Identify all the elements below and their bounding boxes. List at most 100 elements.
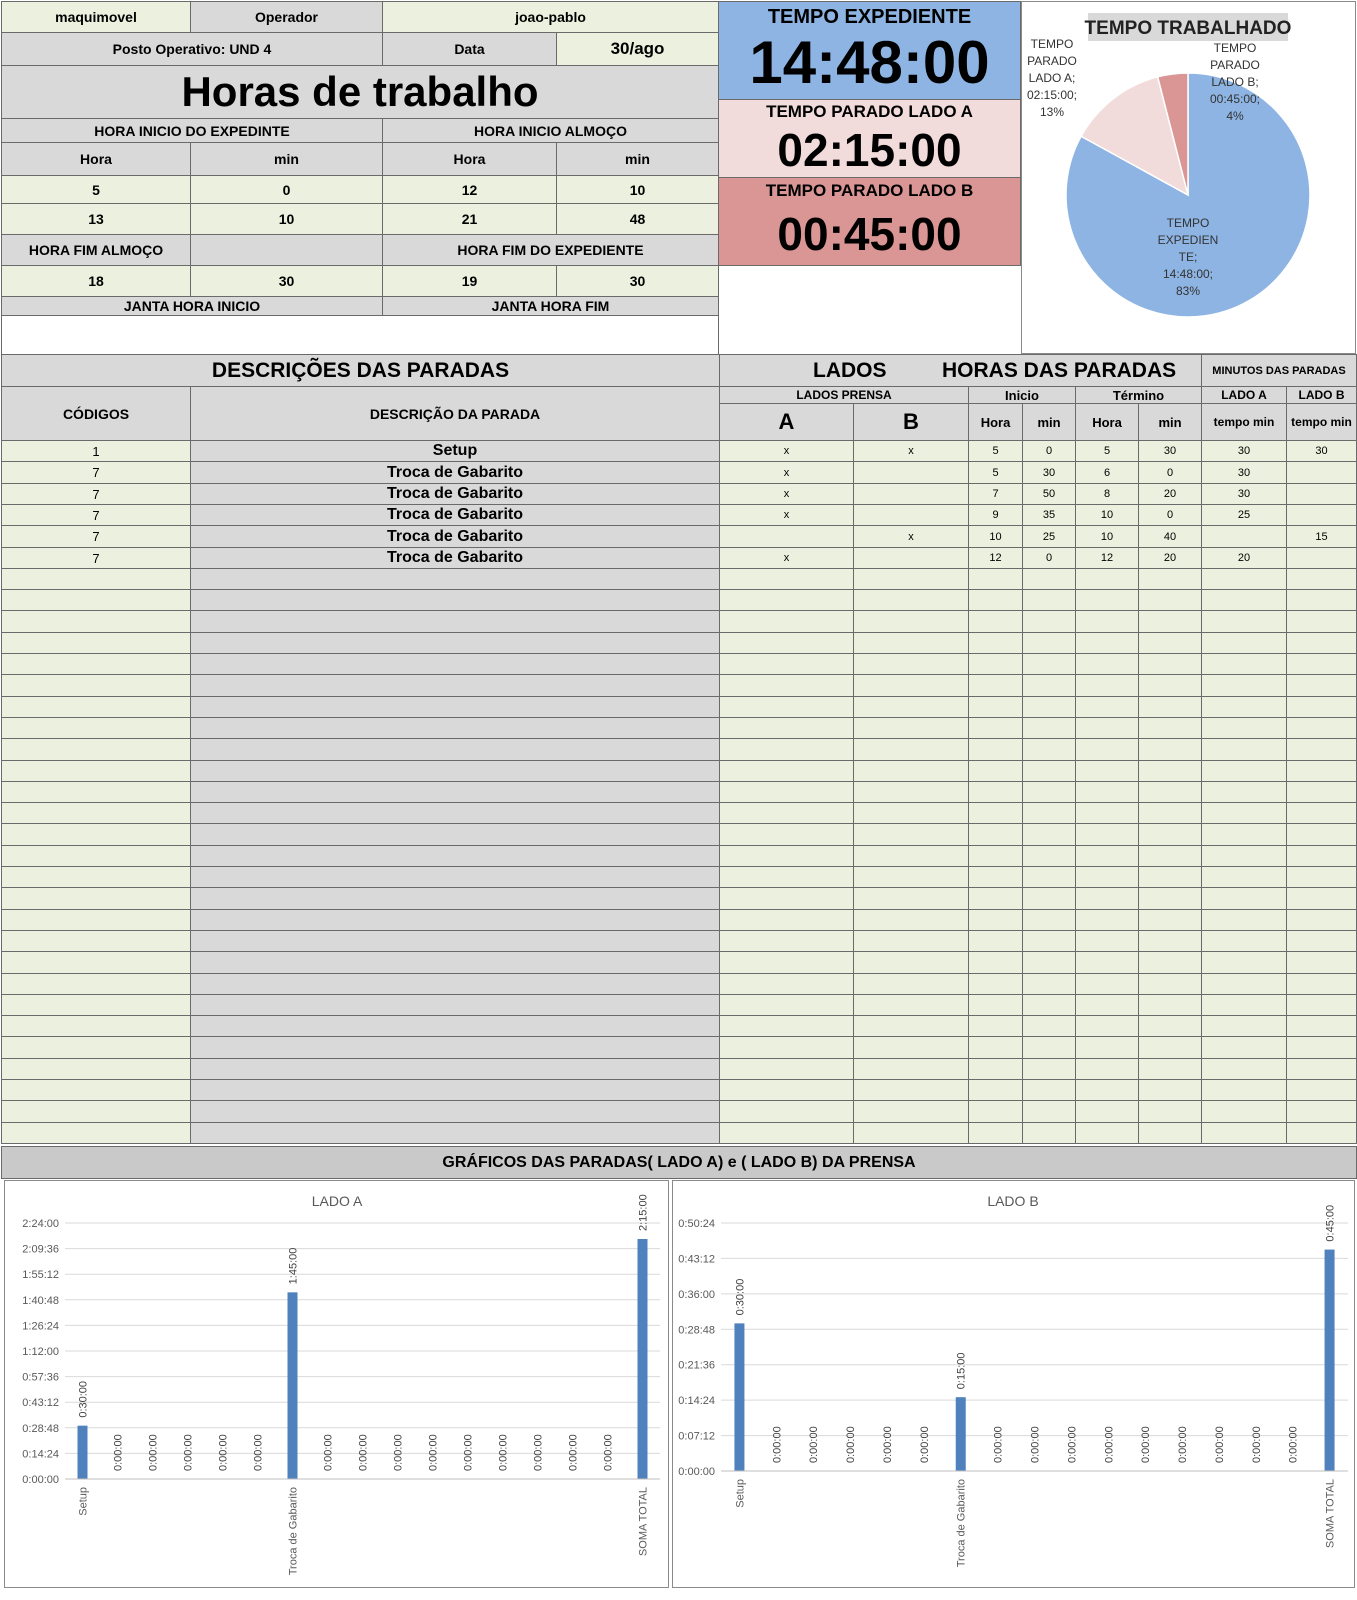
empty-cell[interactable]	[1286, 887, 1357, 910]
empty-cell[interactable]	[1138, 632, 1202, 654]
empty-cell[interactable]	[968, 1122, 1023, 1144]
empty-cell[interactable]	[1138, 696, 1202, 718]
empty-cell[interactable]	[968, 887, 1023, 910]
table-cell[interactable]: x	[719, 547, 854, 569]
empty-cell[interactable]	[1022, 674, 1076, 697]
empty-cell[interactable]	[1138, 866, 1202, 888]
empty-cell[interactable]	[719, 1079, 854, 1101]
empty-cell[interactable]	[719, 1036, 854, 1059]
empty-cell[interactable]	[1075, 1079, 1139, 1101]
empty-cell[interactable]	[190, 1079, 720, 1101]
empty-cell[interactable]	[1201, 632, 1287, 654]
empty-cell[interactable]	[853, 866, 969, 888]
empty-cell[interactable]	[1022, 653, 1076, 675]
empty-cell[interactable]	[1138, 1015, 1202, 1037]
table-cell[interactable]	[1286, 504, 1357, 526]
table-cell[interactable]: 40	[1138, 525, 1202, 548]
empty-cell[interactable]	[1022, 738, 1076, 761]
empty-cell[interactable]	[190, 589, 720, 611]
empty-cell[interactable]	[1075, 802, 1139, 824]
table-cell[interactable]: Troca de Gabarito	[190, 461, 720, 484]
empty-cell[interactable]	[1022, 1079, 1076, 1101]
table-cell[interactable]: x	[853, 525, 969, 548]
empty-cell[interactable]	[1022, 951, 1076, 974]
empty-cell[interactable]	[853, 930, 969, 952]
empty-cell[interactable]	[1022, 1015, 1076, 1037]
empty-cell[interactable]	[1022, 973, 1076, 995]
empty-cell[interactable]	[1138, 994, 1202, 1016]
empty-cell[interactable]	[1022, 845, 1076, 867]
table-cell[interactable]	[1286, 547, 1357, 569]
date-value[interactable]: 30/ago	[556, 32, 719, 66]
table-cell[interactable]: 0	[1138, 461, 1202, 484]
empty-cell[interactable]	[1201, 696, 1287, 718]
table-cell[interactable]: 7	[1, 547, 191, 569]
empty-cell[interactable]	[1201, 1122, 1287, 1144]
empty-cell[interactable]	[853, 781, 969, 803]
table-cell[interactable]: 0	[1022, 440, 1076, 462]
table-cell[interactable]: Troca de Gabarito	[190, 483, 720, 505]
empty-cell[interactable]	[1075, 994, 1139, 1016]
table-cell[interactable]: 25	[1022, 525, 1076, 548]
empty-cell[interactable]	[1, 760, 191, 782]
empty-cell[interactable]	[1, 674, 191, 697]
empty-cell[interactable]	[1138, 887, 1202, 910]
empty-cell[interactable]	[1201, 760, 1287, 782]
table-cell[interactable]: x	[719, 461, 854, 484]
empty-cell[interactable]	[719, 610, 854, 633]
empty-cell[interactable]	[1022, 887, 1076, 910]
empty-cell[interactable]	[1075, 1122, 1139, 1144]
table-cell[interactable]: 7	[1, 483, 191, 505]
table-cell[interactable]: 7	[1, 525, 191, 548]
bar[interactable]	[287, 1292, 298, 1479]
empty-cell[interactable]	[968, 845, 1023, 867]
empty-cell[interactable]	[1286, 632, 1357, 654]
empty-cell[interactable]	[1138, 589, 1202, 611]
empty-cell[interactable]	[1201, 781, 1287, 803]
empty-cell[interactable]	[1, 866, 191, 888]
empty-cell[interactable]	[853, 909, 969, 931]
empty-cell[interactable]	[853, 1100, 969, 1123]
table-cell[interactable]	[719, 525, 854, 548]
empty-cell[interactable]	[853, 717, 969, 739]
empty-cell[interactable]	[190, 760, 720, 782]
empty-cell[interactable]	[968, 951, 1023, 974]
empty-cell[interactable]	[1075, 610, 1139, 633]
empty-cell[interactable]	[719, 653, 854, 675]
empty-cell[interactable]	[1075, 781, 1139, 803]
empty-cell[interactable]	[968, 717, 1023, 739]
empty-cell[interactable]	[968, 674, 1023, 697]
empty-cell[interactable]	[1022, 568, 1076, 590]
empty-cell[interactable]	[719, 568, 854, 590]
empty-cell[interactable]	[190, 738, 720, 761]
empty-cell[interactable]	[1201, 653, 1287, 675]
empty-cell[interactable]	[1286, 568, 1357, 590]
table-cell[interactable]	[853, 461, 969, 484]
table-cell[interactable]: 10	[968, 525, 1023, 548]
empty-cell[interactable]	[190, 674, 720, 697]
empty-cell[interactable]	[1022, 1058, 1076, 1080]
empty-cell[interactable]	[719, 1122, 854, 1144]
empty-cell[interactable]	[1201, 909, 1287, 931]
empty-cell[interactable]	[853, 823, 969, 846]
empty-cell[interactable]	[1, 1036, 191, 1059]
table-cell[interactable]: Setup	[190, 440, 720, 462]
empty-cell[interactable]	[1075, 951, 1139, 974]
empty-cell[interactable]	[1138, 717, 1202, 739]
table-cell[interactable]: x	[719, 483, 854, 505]
empty-cell[interactable]	[1, 930, 191, 952]
empty-cell[interactable]	[1138, 1100, 1202, 1123]
schedule-cell[interactable]: 18	[1, 265, 191, 297]
empty-cell[interactable]	[1022, 1100, 1076, 1123]
empty-cell[interactable]	[1286, 696, 1357, 718]
empty-cell[interactable]	[968, 1058, 1023, 1080]
empty-cell[interactable]	[719, 802, 854, 824]
empty-cell[interactable]	[1, 717, 191, 739]
empty-cell[interactable]	[1, 802, 191, 824]
table-cell[interactable]	[853, 504, 969, 526]
empty-cell[interactable]	[1286, 823, 1357, 846]
empty-cell[interactable]	[719, 1058, 854, 1080]
empty-cell[interactable]	[1286, 1015, 1357, 1037]
empty-cell[interactable]	[1022, 610, 1076, 633]
empty-cell[interactable]	[1138, 909, 1202, 931]
